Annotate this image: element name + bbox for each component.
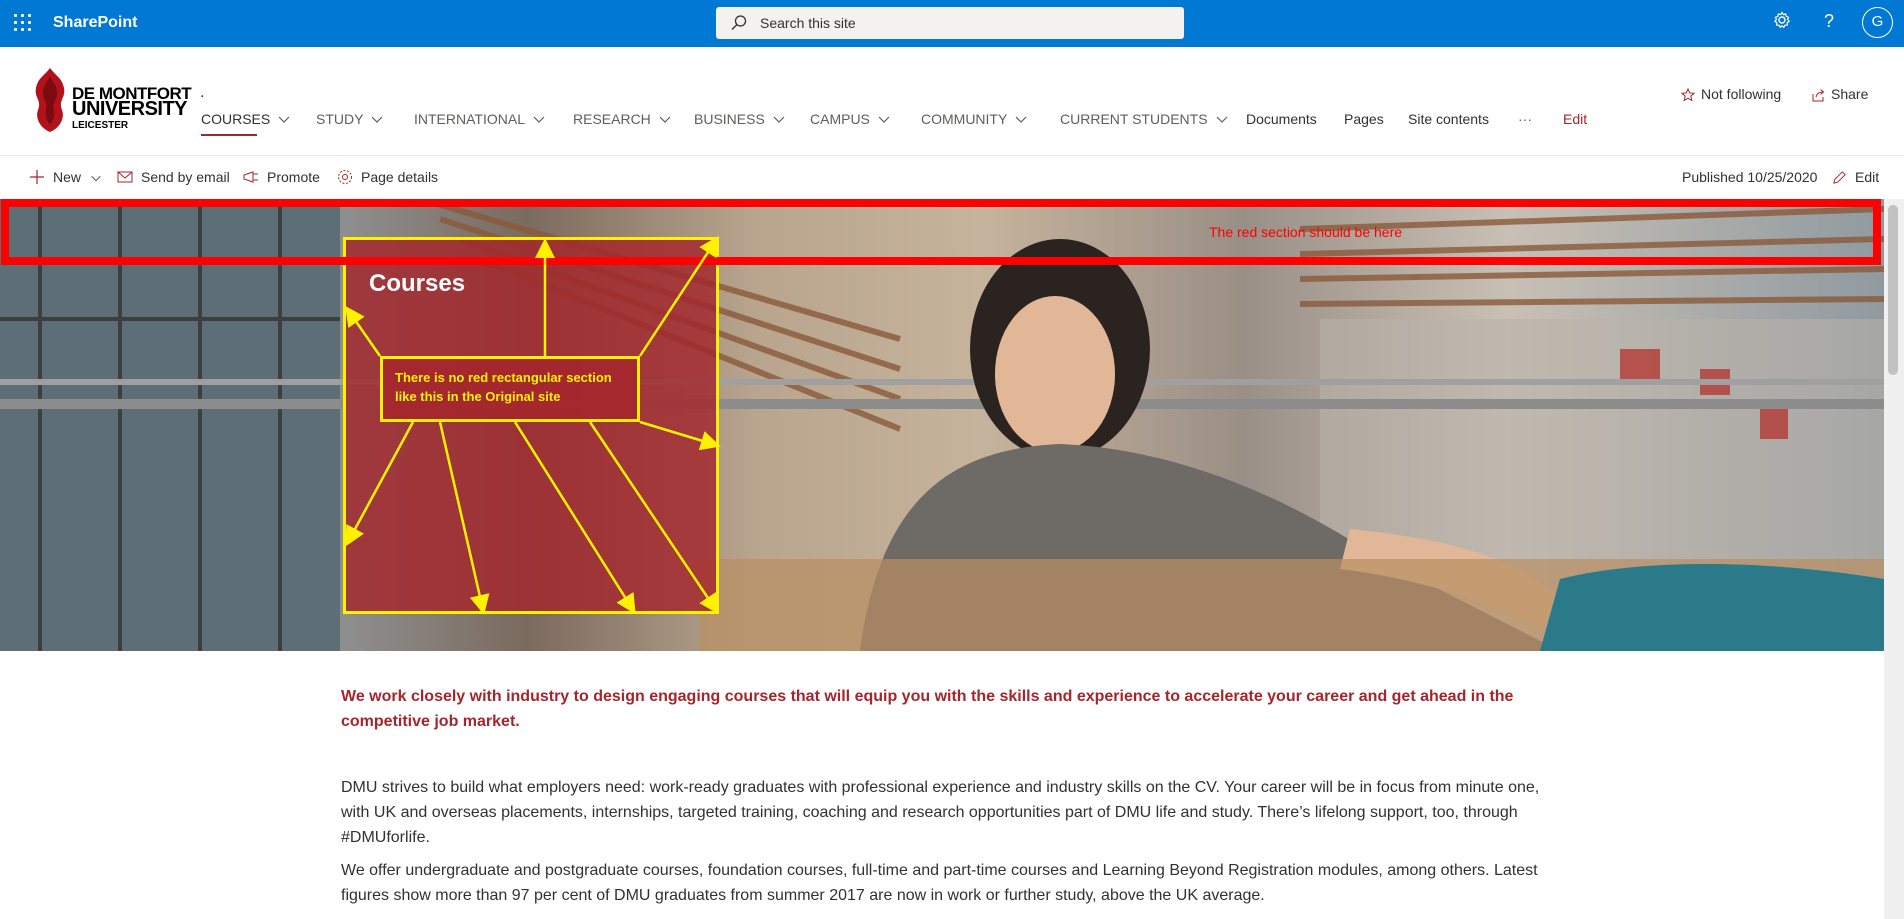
- lead-paragraph: We work closely with industry to design …: [341, 688, 1514, 730]
- nav-item-campus[interactable]: CAMPUS: [810, 109, 892, 139]
- avatar[interactable]: G: [1862, 7, 1893, 38]
- send-email-label: Send by email: [141, 169, 230, 185]
- share-label: Share: [1831, 86, 1869, 102]
- nav-label: STUDY: [316, 111, 364, 127]
- nav-label: CAMPUS: [810, 111, 870, 127]
- plus-icon: [30, 170, 44, 184]
- promote-button[interactable]: Promote: [243, 169, 320, 185]
- share-button[interactable]: Share: [1811, 86, 1868, 102]
- nav-item-pages[interactable]: Pages: [1344, 109, 1384, 139]
- command-bar: New Send by email Promote Page details P…: [0, 155, 1904, 199]
- nav-item-documents[interactable]: Documents: [1246, 109, 1317, 139]
- annotation-callout: There is no red rectangular section like…: [380, 356, 640, 422]
- nav-edit-link[interactable]: Edit: [1563, 109, 1587, 139]
- nav-item-international[interactable]: INTERNATIONAL: [414, 109, 547, 139]
- nav-item-courses[interactable]: COURSES: [201, 109, 292, 139]
- nav-item-research[interactable]: RESEARCH: [573, 109, 673, 139]
- chevron-down-icon: [1015, 116, 1027, 123]
- logo-wordmark[interactable]: DE MONTFORT UNIVERSITY LEICESTER: [72, 85, 192, 133]
- nav-label: COURSES: [201, 111, 271, 127]
- help-icon[interactable]: ?: [1816, 11, 1842, 37]
- waffle-icon[interactable]: [12, 12, 34, 34]
- edit-label: Edit: [1855, 169, 1880, 185]
- nav-label: CURRENT STUDENTS: [1060, 111, 1208, 127]
- star-icon: [1680, 87, 1696, 102]
- follow-button[interactable]: Not following: [1680, 86, 1782, 102]
- promote-label: Promote: [267, 169, 320, 185]
- share-icon: [1812, 89, 1825, 102]
- suite-bar: SharePoint ? G: [0, 0, 1904, 47]
- nav-item-business[interactable]: BUSINESS: [694, 109, 787, 139]
- chevron-down-icon: [91, 175, 101, 182]
- annotation-red-label: The red section should be here: [1209, 224, 1403, 240]
- chevron-down-icon: [372, 116, 383, 123]
- body-paragraph-1: DMU strives to build what employers need…: [341, 779, 1540, 846]
- follow-label: Not following: [1701, 86, 1782, 102]
- chevron-down-icon: [1216, 116, 1227, 123]
- nav-item-study[interactable]: STUDY: [316, 109, 385, 139]
- body-paragraph-2: We offer undergraduate and postgraduate …: [341, 862, 1538, 904]
- edit-icon: [1833, 171, 1846, 184]
- search-icon: [731, 15, 747, 30]
- chevron-down-icon: [659, 116, 671, 123]
- search-box[interactable]: [716, 7, 1184, 39]
- chevron-down-icon: [878, 116, 890, 123]
- settings-icon[interactable]: [1769, 11, 1795, 37]
- hero-photo: [0, 199, 1884, 651]
- page-details-icon: [338, 170, 352, 184]
- chevron-down-icon: [773, 116, 785, 123]
- page-title: Courses: [369, 270, 466, 297]
- nav-label: RESEARCH: [573, 111, 651, 127]
- site-title[interactable]: .: [200, 84, 204, 102]
- nav-more-button[interactable]: ···: [1518, 109, 1532, 139]
- dmu-logo-icon[interactable]: [28, 66, 72, 134]
- search-input[interactable]: [760, 7, 1160, 39]
- scrollbar-thumb[interactable]: [1888, 205, 1898, 375]
- promote-icon: [243, 171, 258, 183]
- new-button[interactable]: New: [29, 169, 103, 185]
- hero-title-box: Courses: [343, 237, 719, 614]
- nav-label: INTERNATIONAL: [414, 111, 525, 127]
- mail-icon: [117, 171, 133, 183]
- page-details-button[interactable]: Page details: [337, 169, 438, 185]
- nav-item-site-contents[interactable]: Site contents: [1408, 109, 1489, 139]
- nav-label: COMMUNITY: [921, 111, 1008, 127]
- nav-item-current-students[interactable]: CURRENT STUDENTS: [1060, 109, 1230, 139]
- sharepoint-brand[interactable]: SharePoint: [53, 14, 137, 32]
- hero-banner: Courses: [0, 199, 1884, 651]
- chevron-down-icon: [533, 116, 545, 123]
- nav-label: BUSINESS: [694, 111, 765, 127]
- page-details-label: Page details: [361, 169, 439, 185]
- published-status: Published 10/25/2020: [1682, 169, 1818, 185]
- annotation-red-frame: [1, 199, 1881, 265]
- new-label: New: [53, 169, 82, 185]
- send-by-email-button[interactable]: Send by email: [117, 169, 230, 185]
- edit-button[interactable]: Edit: [1832, 169, 1879, 185]
- nav-item-community[interactable]: COMMUNITY: [921, 109, 1029, 139]
- chevron-down-icon: [278, 116, 290, 123]
